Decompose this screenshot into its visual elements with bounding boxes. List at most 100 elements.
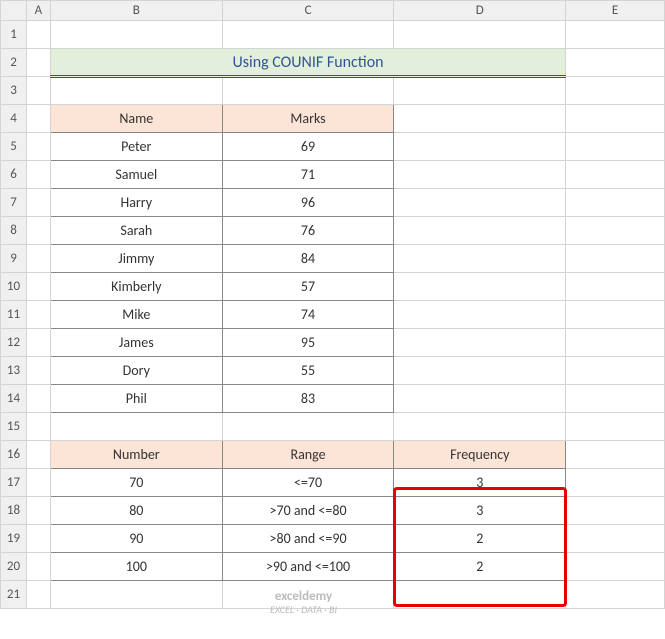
cell[interactable]	[566, 357, 665, 385]
cell[interactable]	[26, 133, 50, 161]
cell[interactable]	[566, 413, 665, 441]
cell[interactable]	[566, 245, 665, 273]
row-header[interactable]: 4	[1, 105, 27, 133]
row-header[interactable]: 15	[1, 413, 27, 441]
cell[interactable]	[566, 469, 665, 497]
table1-cell[interactable]: 57	[222, 273, 394, 301]
cell[interactable]	[26, 189, 50, 217]
cell[interactable]	[26, 245, 50, 273]
page-title[interactable]: Using COUNIF Function	[50, 49, 565, 77]
cell[interactable]	[566, 161, 665, 189]
cell[interactable]	[26, 525, 50, 553]
cell[interactable]	[26, 105, 50, 133]
table2-cell[interactable]: 90	[50, 525, 222, 553]
row-header[interactable]: 7	[1, 189, 27, 217]
cell[interactable]	[566, 105, 665, 133]
table2-cell[interactable]: 2	[394, 553, 566, 581]
cell[interactable]	[394, 413, 566, 441]
cell[interactable]	[26, 21, 50, 49]
table1-cell[interactable]: 95	[222, 329, 394, 357]
table2-cell[interactable]: >80 and <=90	[222, 525, 394, 553]
col-header-C[interactable]: C	[222, 1, 394, 21]
row-header[interactable]: 6	[1, 161, 27, 189]
cell[interactable]	[50, 413, 222, 441]
table2-cell[interactable]: <=70	[222, 469, 394, 497]
table2-cell[interactable]: 2	[394, 525, 566, 553]
cell[interactable]	[394, 273, 566, 301]
cell[interactable]	[394, 21, 566, 49]
table2-cell[interactable]: 3	[394, 469, 566, 497]
table1-cell[interactable]: Sarah	[50, 217, 222, 245]
cell[interactable]	[394, 581, 566, 609]
cell[interactable]	[222, 413, 394, 441]
cell[interactable]	[394, 245, 566, 273]
col-header-B[interactable]: B	[50, 1, 222, 21]
cell[interactable]	[566, 77, 665, 105]
table2-header-number[interactable]: Number	[50, 441, 222, 469]
cell[interactable]	[394, 161, 566, 189]
cell[interactable]	[26, 497, 50, 525]
cell[interactable]	[26, 553, 50, 581]
cell[interactable]	[26, 301, 50, 329]
table2-header-frequency[interactable]: Frequency	[394, 441, 566, 469]
cell[interactable]	[50, 77, 222, 105]
cell[interactable]	[566, 217, 665, 245]
table1-cell[interactable]: Harry	[50, 189, 222, 217]
col-header-A[interactable]: A	[26, 1, 50, 21]
cell[interactable]	[566, 581, 665, 609]
table1-cell[interactable]: Phil	[50, 385, 222, 413]
cell[interactable]	[26, 581, 50, 609]
cell[interactable]	[394, 189, 566, 217]
table1-cell[interactable]: Kimberly	[50, 273, 222, 301]
table1-cell[interactable]: 71	[222, 161, 394, 189]
cell[interactable]	[26, 413, 50, 441]
table1-header-marks[interactable]: Marks	[222, 105, 394, 133]
row-header[interactable]: 2	[1, 49, 27, 77]
table2-cell[interactable]: 3	[394, 497, 566, 525]
cell[interactable]	[26, 161, 50, 189]
cell[interactable]	[566, 301, 665, 329]
table1-cell[interactable]: Jimmy	[50, 245, 222, 273]
row-header[interactable]: 12	[1, 329, 27, 357]
row-header[interactable]: 16	[1, 441, 27, 469]
row-header[interactable]: 5	[1, 133, 27, 161]
cell[interactable]	[394, 329, 566, 357]
row-header[interactable]: 8	[1, 217, 27, 245]
row-header[interactable]: 13	[1, 357, 27, 385]
table1-cell[interactable]: 74	[222, 301, 394, 329]
cell[interactable]	[566, 21, 665, 49]
row-header[interactable]: 1	[1, 21, 27, 49]
table1-cell[interactable]: 55	[222, 357, 394, 385]
cell[interactable]	[222, 21, 394, 49]
table2-cell[interactable]: >90 and <=100	[222, 553, 394, 581]
row-header[interactable]: 11	[1, 301, 27, 329]
cell[interactable]	[26, 357, 50, 385]
cell[interactable]	[26, 49, 50, 77]
table1-cell[interactable]: Dory	[50, 357, 222, 385]
cell[interactable]	[50, 21, 222, 49]
row-header[interactable]: 10	[1, 273, 27, 301]
row-header[interactable]: 21	[1, 581, 27, 609]
row-header[interactable]: 18	[1, 497, 27, 525]
cell[interactable]	[394, 217, 566, 245]
table2-cell[interactable]: 80	[50, 497, 222, 525]
cell[interactable]	[50, 581, 222, 609]
cell[interactable]	[566, 329, 665, 357]
cell[interactable]	[566, 497, 665, 525]
cell[interactable]	[566, 553, 665, 581]
cell[interactable]	[566, 189, 665, 217]
corner-cell[interactable]	[1, 1, 27, 21]
table1-cell[interactable]: 84	[222, 245, 394, 273]
cell[interactable]	[394, 357, 566, 385]
table1-header-name[interactable]: Name	[50, 105, 222, 133]
cell[interactable]	[566, 49, 665, 77]
table1-cell[interactable]: 76	[222, 217, 394, 245]
row-header[interactable]: 9	[1, 245, 27, 273]
table1-cell[interactable]: Mike	[50, 301, 222, 329]
cell[interactable]	[26, 441, 50, 469]
table2-cell[interactable]: 70	[50, 469, 222, 497]
cell[interactable]	[26, 329, 50, 357]
table1-cell[interactable]: James	[50, 329, 222, 357]
table2-cell[interactable]: 100	[50, 553, 222, 581]
table1-cell[interactable]: Peter	[50, 133, 222, 161]
